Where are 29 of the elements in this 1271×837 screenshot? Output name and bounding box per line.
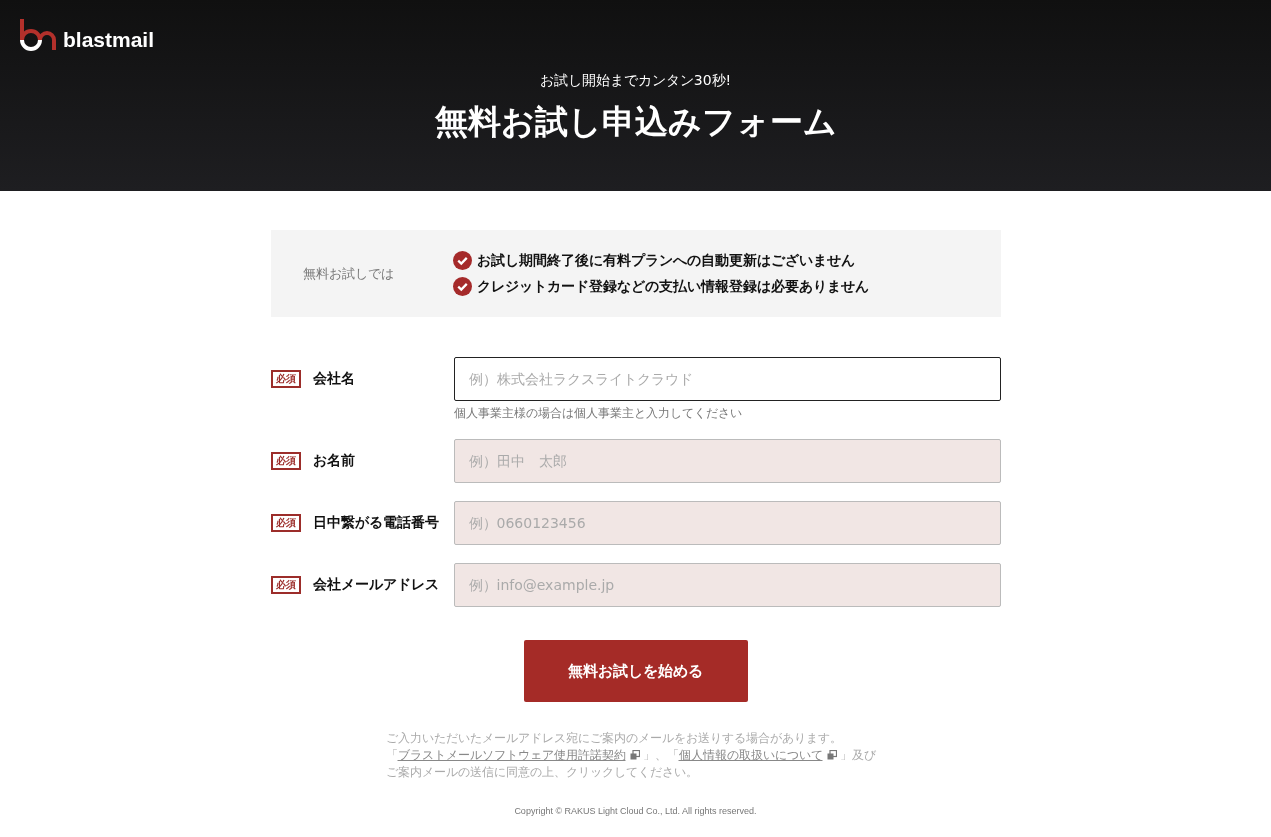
link[interactable]: ブラストメールソフトウェア使用許諾契約 (397, 748, 626, 762)
external-link-icon (629, 750, 640, 760)
field-label: 会社メールアドレス (312, 576, 439, 594)
info-text: クレジットカード登録などの支払い情報登録は必要ありません (476, 277, 869, 296)
header-subtitle: お試し開始までカンタン30秒! (538, 72, 733, 90)
check-icon (452, 277, 472, 296)
logo-text[interactable]: blastmail (63, 28, 155, 52)
check-icon (452, 251, 472, 270)
field-hint: 個人事業主様の場合は個人事業主と入力してください (453, 406, 743, 421)
input-field[interactable]: 例）0660123456 (453, 501, 1001, 545)
field-label: お名前 (312, 452, 355, 470)
copyright-text: Copyright © RAKUS Light Cloud Co., Ltd. All rights reserved. (513, 806, 758, 816)
page-title: 無料お試し申込みフォーム (433, 101, 838, 143)
logo-icon (19, 18, 57, 52)
input-field[interactable]: 例）info@example.jp (453, 563, 1001, 607)
info-label: 無料お試しでは (301, 264, 395, 283)
required-badge: 必須 (270, 576, 301, 594)
input-field[interactable]: 例）田中 太郎 (453, 439, 1001, 483)
field-label: 日中繋がる電話番号 (312, 514, 439, 532)
input-field[interactable]: 例）株式会社ラクスライトクラウド (453, 357, 1001, 401)
required-badge: 必須 (270, 514, 301, 532)
external-link-icon (826, 750, 837, 760)
submit-button[interactable]: 無料お試しを始める (523, 640, 748, 702)
info-text: お試し期間終了後に有料プランへの自動更新はございません (476, 251, 855, 270)
consent-notice: ご入力いただいたメールアドレス宛にご案内のメールをお送りする場合があります。 「ブラストメールソフトウェア使用許諾契約 」、「個人情報の取扱いについて 」及び ご案内メールの送信に同意の上、クリックしてください。 (385, 730, 877, 781)
link[interactable]: 個人情報の取扱いについて (678, 748, 823, 762)
required-badge: 必須 (270, 452, 301, 470)
field-label: 会社名 (312, 370, 355, 388)
required-badge: 必須 (270, 370, 301, 388)
